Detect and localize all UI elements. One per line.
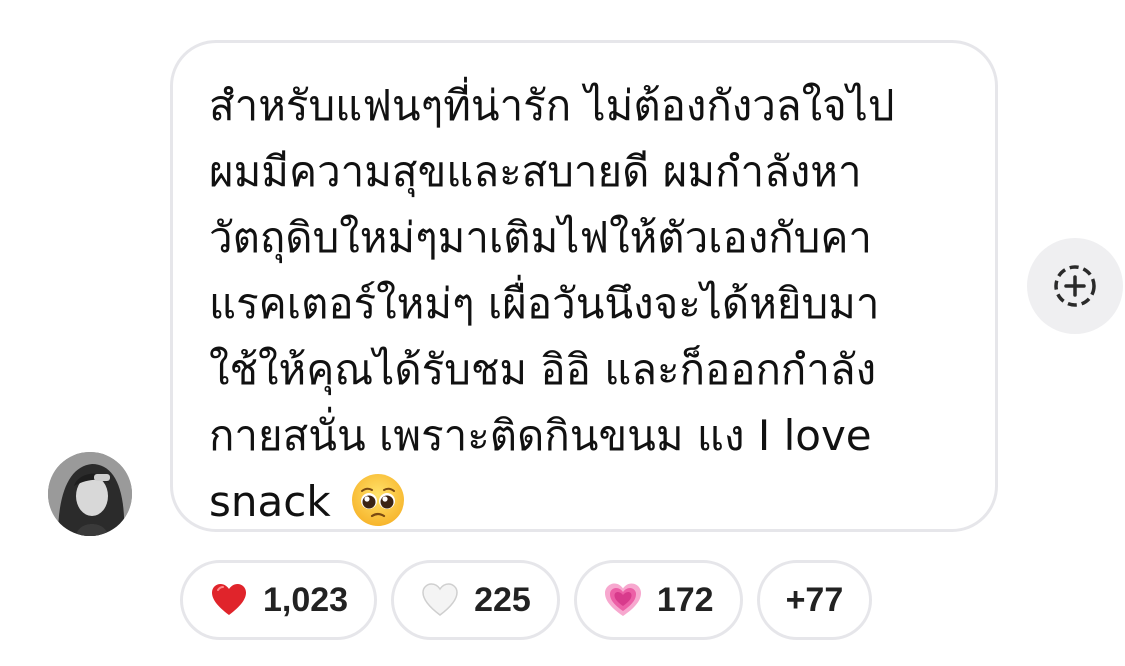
red-heart-icon — [212, 584, 246, 615]
avatar-image — [48, 452, 132, 536]
reaction-growing-heart[interactable]: 172 — [573, 560, 743, 640]
message-line-last: snack — [209, 469, 406, 535]
message-line: กายสนั่น เพราะติดกินขนม แง I love — [209, 411, 872, 460]
growing-heart-icon — [604, 583, 641, 616]
reaction-white-heart[interactable]: 225 — [391, 560, 560, 640]
message-line-text: snack — [209, 477, 331, 526]
white-heart-icon — [422, 583, 458, 616]
message-line: ใช้ให้คุณได้รับชม อิอิ และก็ออกกำลัง — [209, 345, 877, 394]
more-reactions-button[interactable]: +77 — [756, 560, 873, 640]
reaction-count: 1,023 — [263, 580, 349, 619]
message-line: แรคเตอร์ใหม่ๆ เผื่อวันนึงจะได้หยิบมา — [209, 279, 880, 328]
more-reactions-label: +77 — [785, 580, 844, 619]
reactions-bar: 1,023 225 172 +77 — [180, 560, 873, 640]
message-line: ผมมีความสุขและสบายดี ผมกำลังหา — [209, 147, 862, 196]
add-reaction-button[interactable] — [1027, 238, 1123, 334]
message-bubble: สำหรับแฟนๆที่น่ารัก ไม่ต้องกังวลใจไป ผมม… — [170, 40, 998, 532]
pleading-face-emoji — [352, 474, 405, 526]
reaction-red-heart[interactable]: 1,023 — [180, 560, 378, 640]
avatar[interactable] — [48, 452, 132, 536]
add-reaction-icon — [1054, 265, 1096, 307]
message-line: วัตถุดิบใหม่ๆมาเติมไฟให้ตัวเองกับคา — [209, 213, 873, 262]
message-line: สำหรับแฟนๆที่น่ารัก ไม่ต้องกังวลใจไป — [209, 81, 895, 130]
reaction-count: 225 — [474, 580, 531, 619]
reaction-count: 172 — [656, 580, 714, 619]
